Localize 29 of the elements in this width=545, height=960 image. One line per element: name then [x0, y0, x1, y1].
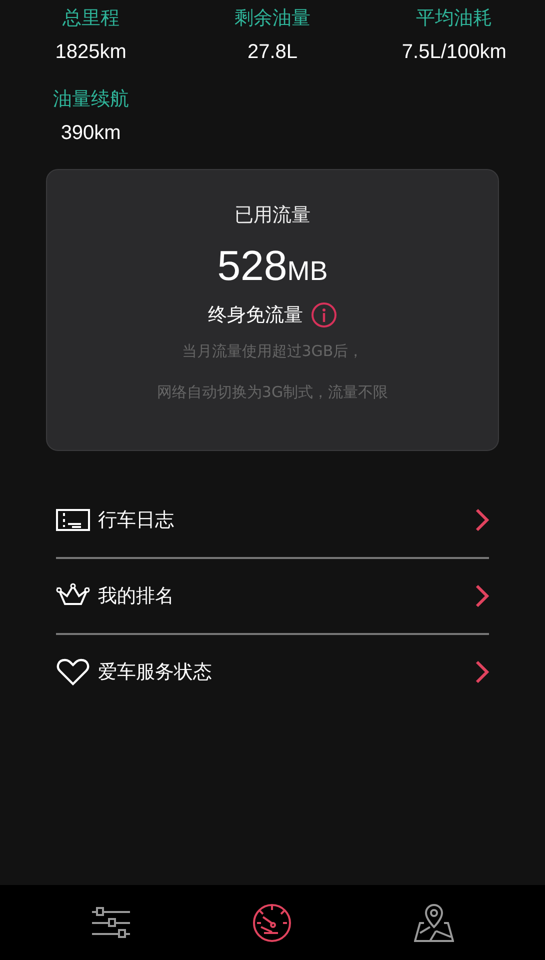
- stat-label: 剩余油量: [234, 6, 310, 31]
- stat-value: 27.8L: [247, 41, 298, 64]
- menu-row[interactable]: 爱车服务状态: [56, 635, 489, 709]
- menu-row[interactable]: 我的排名: [56, 559, 489, 635]
- sliders-icon: [90, 906, 131, 940]
- stat-value: 390km: [60, 122, 121, 145]
- chevron-icon: [475, 660, 489, 684]
- data-unit: MB: [287, 256, 328, 287]
- menu-row[interactable]: 行车日志: [56, 483, 489, 559]
- chevron-icon: [475, 584, 489, 608]
- menu-label: 爱车服务状态: [98, 660, 213, 685]
- stat-label: 总里程: [62, 6, 120, 31]
- map-pin-icon: [414, 902, 454, 942]
- stat-label: 平均油耗: [416, 6, 492, 31]
- stat-value: 1825km: [55, 41, 126, 64]
- menu-label: 行车日志: [98, 508, 175, 533]
- note-text: 网络自动切换为3G制式，流量不限: [156, 383, 388, 402]
- chevron-icon: [475, 508, 489, 532]
- stat-value: 7.5L/100km: [402, 41, 506, 64]
- note-text: 当月流量使用超过3GB后，: [182, 342, 364, 361]
- heart-icon: [56, 658, 90, 686]
- info-icon[interactable]: [311, 302, 337, 328]
- gauge-icon: [252, 902, 292, 942]
- menu-label: 我的排名: [98, 584, 175, 609]
- log-icon: [56, 508, 90, 532]
- plan-label: 终身免流量: [208, 303, 303, 328]
- card-title: 已用流量: [234, 203, 310, 228]
- data-amount: 528: [217, 242, 288, 290]
- stat-label: 油量续航: [52, 87, 129, 112]
